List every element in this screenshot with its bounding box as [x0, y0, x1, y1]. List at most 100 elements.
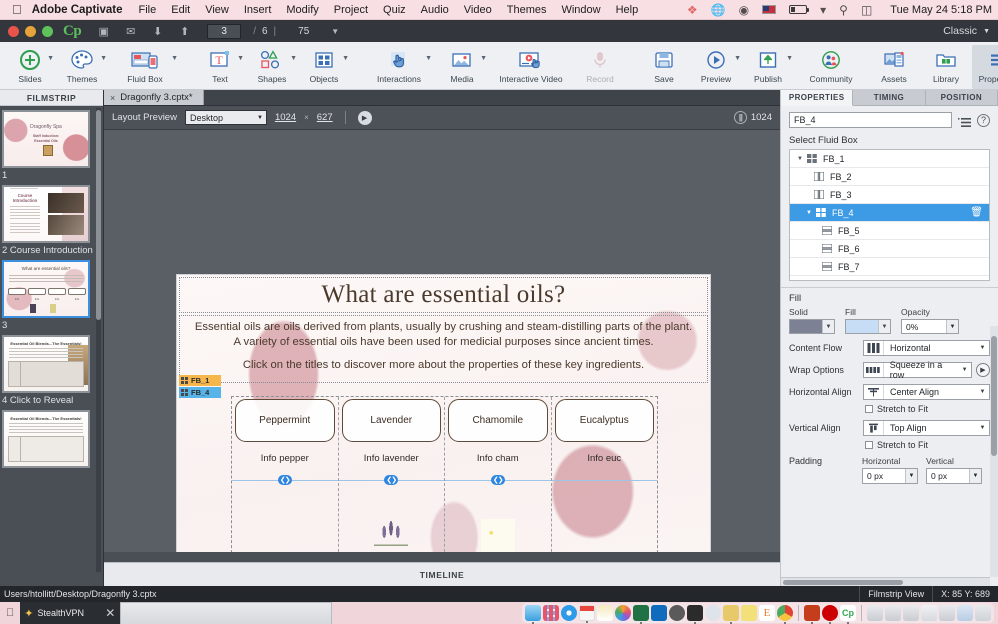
object-name-input[interactable]: FB_4 [789, 112, 952, 128]
filmstrip-slide-5[interactable]: Essential Oil Blends...The Essentials! [0, 410, 93, 468]
filmstrip-slide-1[interactable]: Dragonfly Spa Staff Induction: Essential… [0, 110, 93, 181]
globe-icon[interactable]: 🌐 [711, 4, 726, 16]
background-finder-window[interactable] [120, 602, 333, 624]
card-title-button[interactable]: Lavender [341, 399, 441, 442]
close-window-button[interactable] [8, 25, 19, 37]
padding-horizontal-input[interactable]: 0 px ▼ [862, 468, 918, 484]
slides-button[interactable]: Slides ▼ [4, 45, 56, 89]
publish-button[interactable]: Publish ▼ [742, 45, 794, 89]
library-button[interactable]: Library [920, 45, 972, 89]
chevron-down-icon[interactable]: ▼ [976, 425, 989, 431]
excel-icon[interactable] [633, 605, 649, 624]
menu-project[interactable]: Project [334, 4, 368, 16]
chevron-down-icon[interactable]: ▼ [290, 55, 297, 62]
tree-row-fb1[interactable]: ▼ FB_1 [790, 150, 989, 168]
dropbox-icon[interactable]: ❖ [687, 4, 698, 16]
shapes-button[interactable]: Shapes ▼ [246, 45, 298, 89]
tree-row-fb3[interactable]: FB_3 [790, 186, 989, 204]
properties-button[interactable]: Properties [972, 45, 998, 89]
properties-vertical-scrollbar[interactable] [990, 326, 998, 577]
canvas-width-input[interactable]: 1024 [275, 112, 296, 123]
trash-icon[interactable] [975, 605, 991, 621]
stealthvpn-window[interactable]: ✦ StealthVPN ✕ [20, 602, 121, 624]
card-title-button[interactable]: Chamomile [448, 399, 548, 442]
horizontal-align-select[interactable]: Center Align ▼ [863, 384, 990, 400]
play-icon[interactable]: ▶ [357, 110, 372, 125]
launchpad-icon[interactable] [543, 605, 559, 621]
stretch-to-fit-checkbox[interactable] [865, 405, 873, 413]
interactions-button[interactable]: Interactions ▼ [362, 45, 436, 89]
us-flag-icon[interactable] [762, 5, 777, 14]
acrobat-icon[interactable] [822, 605, 838, 624]
chevron-down-icon[interactable]: ▼ [342, 55, 349, 62]
filmstrip-slide-2[interactable]: Course Introduction 2 Course Introductio… [0, 185, 93, 256]
slide-thumbnail[interactable]: Course Introduction [2, 185, 90, 243]
fluidbox-intro-region[interactable]: Essential oils are oils derived from pla… [179, 315, 708, 383]
content-flow-select[interactable]: Horizontal ▼ [863, 340, 990, 356]
menu-quiz[interactable]: Quiz [383, 4, 406, 16]
zoom-level[interactable]: 75 [298, 26, 309, 37]
menu-help[interactable]: Help [616, 4, 639, 16]
card-column-chamomile[interactable]: Chamomile Info cham ❮❯ [445, 397, 552, 567]
record-icon[interactable]: ◉ [739, 4, 749, 16]
wrap-options-select[interactable]: Squeeze in a row ▼ [863, 360, 972, 380]
chevron-down-icon[interactable]: ▼ [976, 345, 989, 351]
chevron-down-icon[interactable]: ▼ [100, 55, 107, 62]
filmstrip-list[interactable]: Dragonfly Spa Staff Induction: Essential… [0, 106, 103, 586]
fluid-box-tree[interactable]: ▼ FB_1 FB_2 FB_3 ▼ FB_4 🗑 FB_5 FB_6 FB_7 [789, 149, 990, 281]
chevron-down-icon[interactable]: ▼ [958, 367, 971, 373]
close-icon[interactable]: × [110, 93, 115, 103]
minimized-window-4[interactable] [921, 605, 937, 621]
chevron-down-icon[interactable]: ▼ [480, 55, 487, 62]
interactive-video-button[interactable]: Interactive Video [488, 45, 574, 89]
menu-themes[interactable]: Themes [507, 4, 547, 16]
canvas-horizontal-scrollbar[interactable] [104, 552, 780, 562]
download-icon[interactable]: ⬇ [149, 24, 166, 38]
chevron-down-icon[interactable]: ▼ [822, 320, 834, 333]
tree-row-fb6[interactable]: FB_6 [790, 240, 989, 258]
settings-icon[interactable] [669, 605, 685, 621]
tree-row-fb4[interactable]: ▼ FB_4 🗑 [790, 204, 989, 222]
menu-view[interactable]: View [205, 4, 229, 16]
outlook-icon[interactable] [651, 605, 667, 621]
menu-edit[interactable]: Edit [171, 4, 190, 16]
tree-row-fb5[interactable]: FB_5 [790, 222, 989, 240]
device-select[interactable]: Desktop ▼ [184, 110, 267, 125]
card-title-button[interactable]: Peppermint [235, 399, 335, 442]
upload-icon[interactable]: ⬆ [176, 24, 193, 38]
menubar-app-name[interactable]: Adobe Captivate [32, 4, 123, 16]
text-button[interactable]: T Text ▼ [194, 45, 246, 89]
timeline-panel-header[interactable]: TIMELINE [104, 562, 780, 586]
slide-thumbnail[interactable]: Essential Oil Blends...The Essentials! [2, 335, 90, 393]
stretch-to-fit-checkbox[interactable] [865, 441, 873, 449]
minimize-window-button[interactable] [25, 25, 36, 37]
control-center-icon[interactable]: ◫ [861, 4, 872, 16]
filmstrip-slide-4[interactable]: Essential Oil Blends...The Essentials! 4… [0, 335, 93, 406]
tree-row-fb2[interactable]: FB_2 [790, 168, 989, 186]
minimized-window-1[interactable] [867, 605, 883, 621]
help-icon[interactable]: ? [977, 113, 990, 127]
preview-button[interactable]: Preview ▼ [690, 45, 742, 89]
current-slide-input[interactable]: 3 [207, 23, 242, 39]
trash-icon[interactable]: 🗑 [970, 207, 983, 218]
scrollbar-thumb[interactable] [783, 580, 903, 585]
themes-button[interactable]: Themes ▼ [56, 45, 108, 89]
card-column-lavender[interactable]: Lavender Info lavender ❮❯ [338, 397, 445, 567]
fluidbox-resize-handle[interactable]: ❮❯ [384, 475, 399, 485]
padding-vertical-input[interactable]: 0 px ▼ [926, 468, 982, 484]
battery-icon[interactable] [789, 5, 810, 14]
chevron-down-icon[interactable]: ▼ [425, 55, 432, 62]
menubar-clock[interactable]: Tue May 24 5:18 PM [890, 4, 992, 16]
slide-thumbnail[interactable]: Essential Oil Blends...The Essentials! [2, 410, 90, 468]
card-title-button[interactable]: Eucalyptus [554, 399, 654, 442]
fluidbox-badge-fb4[interactable]: FB_4 [179, 387, 221, 398]
mail-icon[interactable]: ✉ [122, 24, 139, 38]
tab-position[interactable]: POSITION [925, 90, 998, 106]
chevron-down-icon[interactable]: ▼ [969, 469, 981, 483]
play-icon[interactable]: ▶ [976, 363, 990, 377]
chevron-down-icon[interactable]: ▼ [905, 469, 917, 483]
search-icon[interactable]: ⚲ [839, 4, 848, 16]
chevron-down-icon[interactable]: ▼ [878, 320, 890, 333]
chevron-down-icon[interactable]: ▼ [976, 389, 989, 395]
minimized-window-2[interactable] [885, 605, 901, 621]
